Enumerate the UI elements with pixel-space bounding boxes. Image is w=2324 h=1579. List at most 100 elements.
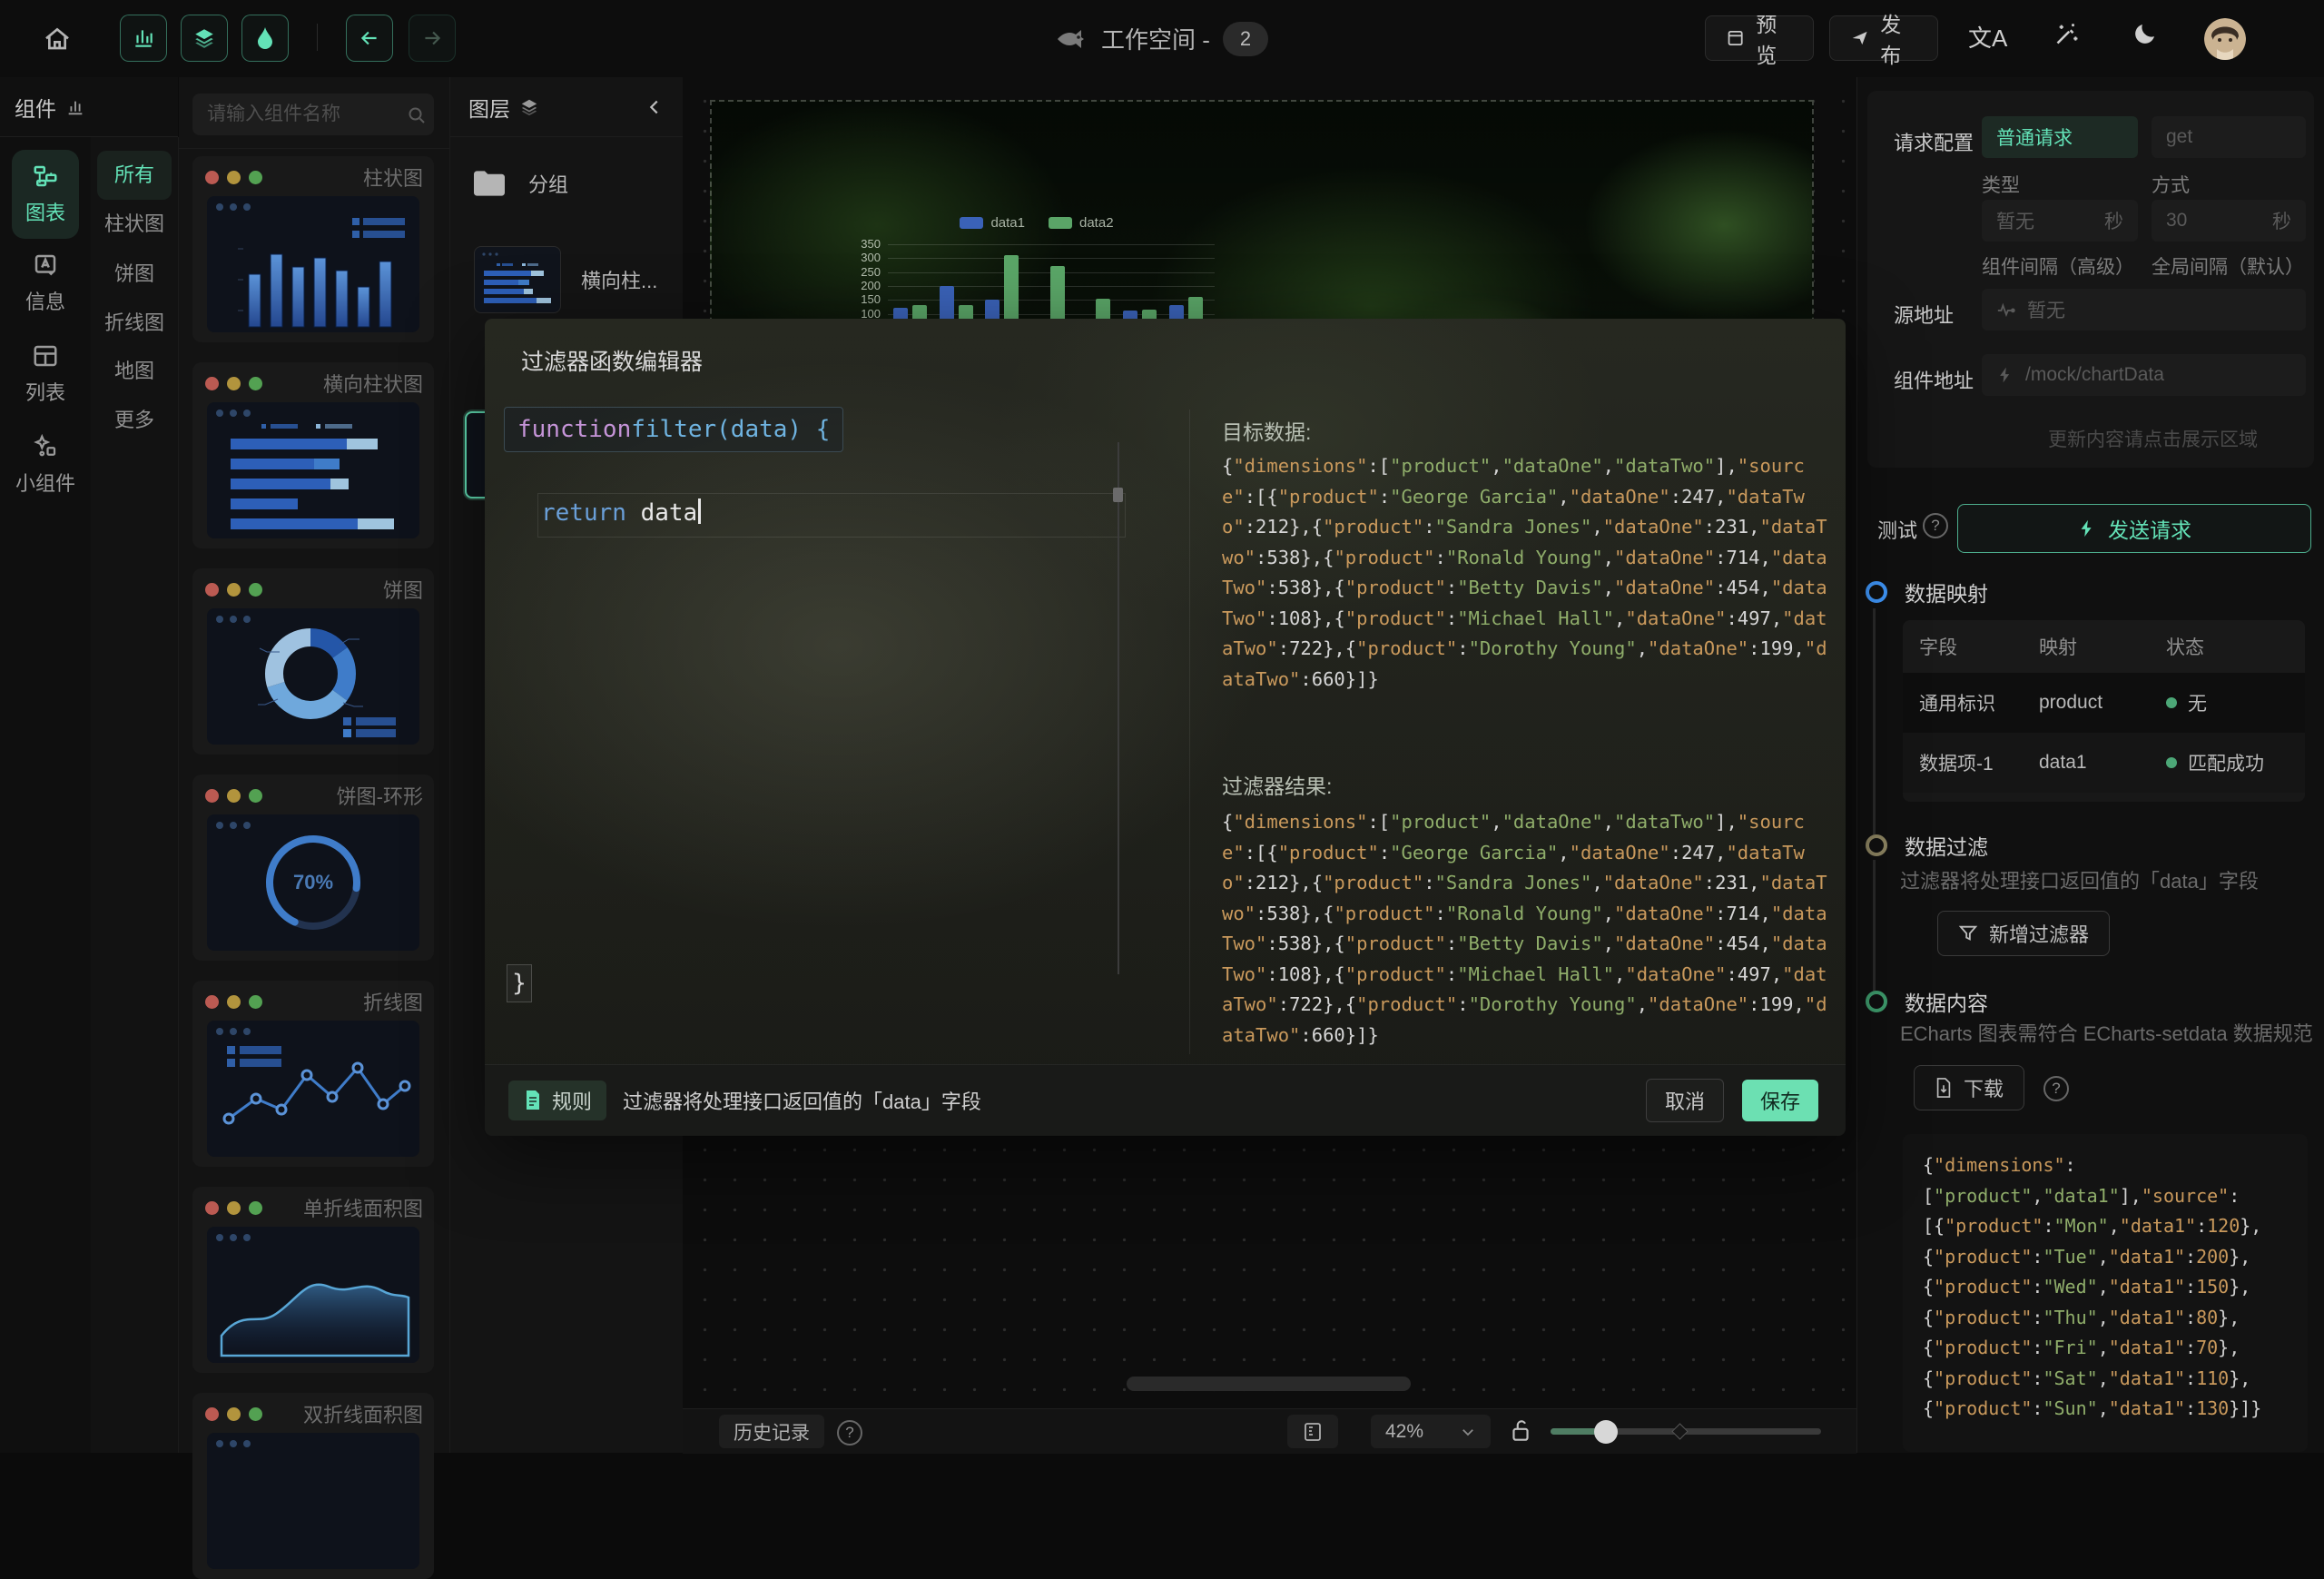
chart-bar (1050, 266, 1065, 321)
pane-divider (1189, 410, 1190, 1054)
data-content-json: {"dimensions": ["product","data1"],"sour… (1903, 1134, 2295, 1425)
send-icon (1850, 27, 1869, 49)
type-label: 类型 (1982, 171, 2020, 198)
document-icon (523, 1090, 543, 1111)
component-card-double-area[interactable]: 双折线面积图 (192, 1393, 434, 1579)
code-editor-line[interactable]: return data (541, 498, 701, 527)
language-toggle-icon[interactable]: 文A (1968, 20, 2007, 54)
category-all[interactable]: 所有 (97, 151, 172, 200)
layer-item-label: 分组 (528, 169, 568, 198)
zoom-slider[interactable] (1551, 1428, 1821, 1435)
rule-badge: 规则 (508, 1081, 606, 1120)
update-hint: 更新内容请点击展示区域 (2048, 425, 2258, 452)
function-signature: function filter(data) { (504, 407, 843, 452)
request-config-panel: 请求配置 普通请求 get 类型 方式 暂无秒 30秒 组件间隔（高级） 全局间… (1856, 77, 2324, 1453)
search-icon[interactable] (406, 104, 428, 126)
data-mapping-table: 字段映射状态 通用标识product 无 数据项-1data1 匹配成功 (1903, 620, 2305, 802)
category-bar[interactable]: 柱状图 (91, 208, 178, 237)
test-help-icon[interactable]: ? (1923, 513, 1948, 538)
component-card-ring[interactable]: 饼图-环形 70% (192, 775, 434, 961)
bar-chart-thumbnail (207, 196, 419, 332)
sidebar-item-widgets[interactable]: 小组件 (9, 433, 82, 497)
table-header: 字段映射状态 (1903, 620, 2305, 673)
component-card-area[interactable]: 单折线面积图 (192, 1187, 434, 1373)
zoom-value: 42% (1385, 1421, 1423, 1443)
component-card-pie[interactable]: 饼图 (192, 568, 434, 755)
timeline-connector (1873, 608, 1876, 837)
layer-item-group[interactable]: 分组 (470, 168, 568, 199)
component-card-line[interactable]: 折线图 (192, 981, 434, 1167)
global-interval-input[interactable]: 30秒 (2152, 200, 2306, 242)
publish-button[interactable]: 发布 (1829, 15, 1938, 61)
workspace-title-text[interactable]: 工作空间 - (1101, 22, 1210, 55)
category-pie[interactable]: 饼图 (91, 258, 178, 287)
download-help-icon[interactable]: ? (2043, 1076, 2069, 1101)
category-more[interactable]: 更多 (91, 404, 178, 433)
search-input[interactable] (192, 94, 434, 135)
card-title: 饼图-环形 (337, 781, 423, 810)
source-addr-input[interactable]: 暂无 (1982, 289, 2306, 331)
data-content-json-card[interactable]: {"dimensions": ["product","data1"],"sour… (1903, 1134, 2308, 1452)
category-map[interactable]: 地图 (91, 355, 178, 384)
dark-mode-icon[interactable] (2132, 20, 2159, 47)
add-filter-button[interactable]: 新增过滤器 (1937, 911, 2110, 956)
dot-yellow (227, 171, 241, 184)
download-button[interactable]: 下载 (1914, 1065, 2024, 1110)
closing-brace: } (507, 964, 532, 1002)
editor-scrollbar[interactable] (1118, 442, 1119, 974)
area-chart-thumbnail (207, 1227, 419, 1363)
panel-layout-button[interactable] (1287, 1415, 1338, 1448)
layers-panel-header: 图层 (450, 77, 683, 137)
component-interval-label: 组件间隔（高级） (1982, 252, 2134, 280)
chart-bar (1004, 255, 1019, 321)
text-badge-icon (32, 252, 59, 279)
target-data-json: {"dimensions":["product","dataOne","data… (1222, 451, 1832, 698)
source-addr-label: 源地址 (1894, 300, 1954, 329)
sidebar-item-label: 信息 (25, 286, 65, 315)
dot-green (249, 171, 262, 184)
layers-icon (519, 97, 539, 117)
zoom-slider-thumb[interactable] (1594, 1420, 1618, 1444)
horizontal-scrollbar[interactable] (1127, 1377, 1411, 1391)
chevron-down-icon (1460, 1424, 1476, 1440)
unlock-icon[interactable] (1509, 1418, 1532, 1444)
canvas-footer: 历史记录 ? 42% (683, 1408, 1856, 1454)
data-content-node (1866, 991, 1887, 1012)
send-request-button[interactable]: 发送请求 (1957, 504, 2311, 553)
global-interval-label: 全局间隔（默认） (2152, 252, 2304, 280)
history-button[interactable]: 历史记录 (719, 1415, 824, 1448)
cancel-button[interactable]: 取消 (1646, 1079, 1724, 1122)
request-method-select[interactable]: get (2152, 116, 2306, 158)
chart-bar (1096, 299, 1110, 321)
component-card-bar-chart[interactable]: 柱状图 (192, 156, 434, 342)
funnel-icon (1958, 923, 1978, 943)
layer-item-horizontal-bar[interactable]: 横向柱... (474, 246, 657, 313)
chevron-left-icon[interactable] (645, 97, 665, 117)
components-panel-title: 组件 (15, 92, 56, 123)
preview-button[interactable]: 预览 (1705, 15, 1814, 61)
line-chart-thumbnail (207, 1021, 419, 1157)
modal-footer: 规则 过滤器将处理接口返回值的「data」字段 取消 保存 (485, 1064, 1846, 1136)
component-card-horizontal-bar[interactable]: 横向柱状图 (192, 362, 434, 548)
category-line[interactable]: 折线图 (91, 307, 178, 336)
component-addr-input[interactable]: /mock/chartData (1982, 354, 2306, 396)
canvas-chart[interactable]: data1 data2 350300250200150100 (855, 206, 1218, 321)
download-file-icon (1935, 1078, 1953, 1098)
test-label: 测试 (1877, 515, 1917, 544)
card-title: 横向柱状图 (323, 369, 423, 398)
component-interval-input[interactable]: 暂无秒 (1982, 200, 2138, 242)
help-icon[interactable]: ? (837, 1420, 862, 1446)
chart-bar (1188, 297, 1203, 321)
sidebar-item-charts[interactable]: 图表 (12, 150, 79, 239)
request-type-select[interactable]: 普通请求 (1982, 116, 2138, 158)
save-button[interactable]: 保存 (1742, 1080, 1818, 1121)
text-cursor (698, 498, 701, 524)
sidebar-item-label: 小组件 (15, 468, 75, 497)
sidebar-item-list[interactable]: 列表 (9, 342, 82, 406)
editor-scrollbar-handle[interactable] (1113, 488, 1123, 502)
zoom-select[interactable]: 42% (1371, 1415, 1491, 1448)
avatar[interactable] (2204, 18, 2246, 60)
magic-wand-icon[interactable] (2050, 20, 2081, 51)
sidebar-item-info[interactable]: 信息 (9, 252, 82, 315)
table-row: 数据项-1data1 匹配成功 (1903, 733, 2305, 793)
